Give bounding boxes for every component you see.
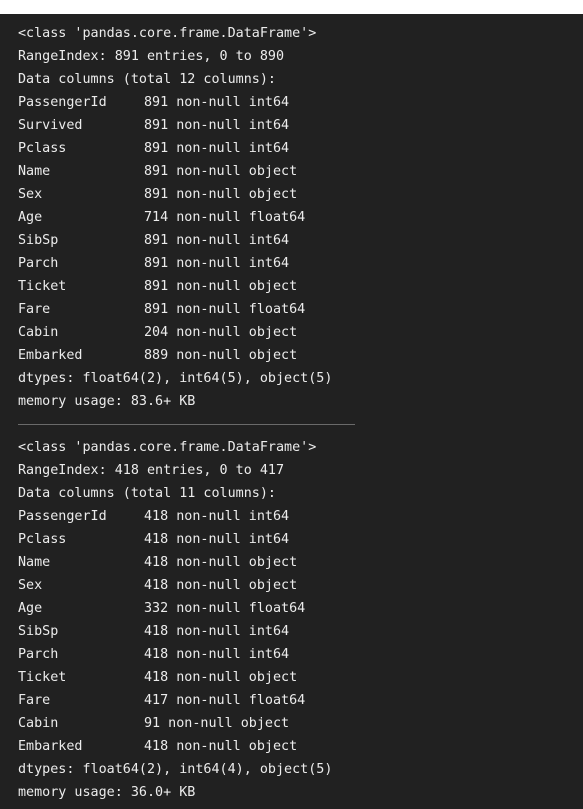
column-name: Ticket <box>18 670 67 685</box>
column-name: Pclass <box>18 141 67 156</box>
column-name: PassengerId <box>18 509 107 524</box>
column-dtype-info: 418 non-null object <box>144 739 298 754</box>
column-info-row: Pclass 891 non-null int64 <box>18 137 583 160</box>
column-dtype-info: 889 non-null object <box>144 348 298 363</box>
column-info-row: Sex 418 non-null object <box>18 574 583 597</box>
column-name: Cabin <box>18 325 59 340</box>
class-line: <class 'pandas.core.frame.DataFrame'> <box>18 26 317 41</box>
column-name: Parch <box>18 647 59 662</box>
column-dtype-info: 891 non-null int64 <box>144 95 290 110</box>
column-name: Parch <box>18 256 59 271</box>
column-info-row: Parch 891 non-null int64 <box>18 252 583 275</box>
dataframe-info-block: <class 'pandas.core.frame.DataFrame'> Ra… <box>18 22 583 413</box>
data-columns-line: Data columns (total 11 columns): <box>18 486 276 501</box>
column-info-row: Cabin 204 non-null object <box>18 321 583 344</box>
column-info-row: Embarked 889 non-null object <box>18 344 583 367</box>
column-info-row: PassengerId 891 non-null int64 <box>18 91 583 114</box>
columns-list: PassengerId 418 non-null int64 Pclass 418 n… <box>18 505 583 758</box>
column-info-row: Pclass 418 non-null int64 <box>18 528 583 551</box>
column-dtype-info: 91 non-null object <box>144 716 290 731</box>
columns-list: PassengerId 891 non-null int64 Survived 891… <box>18 91 583 367</box>
column-name: Sex <box>18 187 43 202</box>
column-name: Name <box>18 164 51 179</box>
range-index-line: RangeIndex: 418 entries, 0 to 417 <box>18 463 285 478</box>
column-dtype-info: 891 non-null int64 <box>144 233 290 248</box>
column-dtype-info: 418 non-null object <box>144 555 298 570</box>
column-dtype-info: 418 non-null int64 <box>144 509 290 524</box>
cell-output-panel: <class 'pandas.core.frame.DataFrame'> Ra… <box>0 14 583 809</box>
column-dtype-info: 204 non-null object <box>144 325 298 340</box>
column-name: SibSp <box>18 624 59 639</box>
column-name: SibSp <box>18 233 59 248</box>
column-name: Embarked <box>18 348 83 363</box>
dataframe-info-block: <class 'pandas.core.frame.DataFrame'> Ra… <box>18 436 583 804</box>
column-dtype-info: 418 non-null int64 <box>144 624 290 639</box>
column-dtype-info: 418 non-null int64 <box>144 647 290 662</box>
data-columns-line: Data columns (total 12 columns): <box>18 72 276 87</box>
column-name: Fare <box>18 693 51 708</box>
column-dtype-info: 417 non-null float64 <box>144 693 306 708</box>
column-dtype-info: 891 non-null int64 <box>144 256 290 271</box>
column-dtype-info: 332 non-null float64 <box>144 601 306 616</box>
column-info-row: Name 418 non-null object <box>18 551 583 574</box>
column-info-row: SibSp 891 non-null int64 <box>18 229 583 252</box>
column-info-row: Embarked 418 non-null object <box>18 735 583 758</box>
column-dtype-info: 891 non-null float64 <box>144 302 306 317</box>
column-dtype-info: 418 non-null int64 <box>144 532 290 547</box>
column-info-row: Parch 418 non-null int64 <box>18 643 583 666</box>
column-dtype-info: 891 non-null int64 <box>144 118 290 133</box>
column-name: Cabin <box>18 716 59 731</box>
column-info-row: SibSp 418 non-null int64 <box>18 620 583 643</box>
column-name: Ticket <box>18 279 67 294</box>
column-info-row: PassengerId 418 non-null int64 <box>18 505 583 528</box>
column-name: Pclass <box>18 532 67 547</box>
range-index-line: RangeIndex: 891 entries, 0 to 890 <box>18 49 285 64</box>
dtypes-line: dtypes: float64(2), int64(4), object(5) <box>18 762 333 777</box>
column-info-row: Ticket 891 non-null object <box>18 275 583 298</box>
column-name: Survived <box>18 118 83 133</box>
column-info-row: Ticket 418 non-null object <box>18 666 583 689</box>
column-dtype-info: 891 non-null int64 <box>144 141 290 156</box>
column-name: Sex <box>18 578 43 593</box>
memory-usage-line: memory usage: 36.0+ KB <box>18 785 196 800</box>
column-info-row: Age 714 non-null float64 <box>18 206 583 229</box>
column-dtype-info: 714 non-null float64 <box>144 210 306 225</box>
column-name: Embarked <box>18 739 83 754</box>
column-info-row: Sex 891 non-null object <box>18 183 583 206</box>
column-name: Age <box>18 210 43 225</box>
column-info-row: Cabin 91 non-null object <box>18 712 583 735</box>
column-dtype-info: 891 non-null object <box>144 164 298 179</box>
column-name: PassengerId <box>18 95 107 110</box>
column-dtype-info: 418 non-null object <box>144 578 298 593</box>
dtypes-line: dtypes: float64(2), int64(5), object(5) <box>18 371 333 386</box>
column-dtype-info: 418 non-null object <box>144 670 298 685</box>
column-dtype-info: 891 non-null object <box>144 187 298 202</box>
memory-usage-line: memory usage: 83.6+ KB <box>18 394 196 409</box>
column-name: Age <box>18 601 43 616</box>
column-info-row: Name 891 non-null object <box>18 160 583 183</box>
column-name: Name <box>18 555 51 570</box>
column-info-row: Survived 891 non-null int64 <box>18 114 583 137</box>
column-info-row: Fare 891 non-null float64 <box>18 298 583 321</box>
column-dtype-info: 891 non-null object <box>144 279 298 294</box>
column-info-row: Age 332 non-null float64 <box>18 597 583 620</box>
column-name: Fare <box>18 302 51 317</box>
output-separator <box>18 424 355 425</box>
column-info-row: Fare 417 non-null float64 <box>18 689 583 712</box>
class-line: <class 'pandas.core.frame.DataFrame'> <box>18 440 317 455</box>
